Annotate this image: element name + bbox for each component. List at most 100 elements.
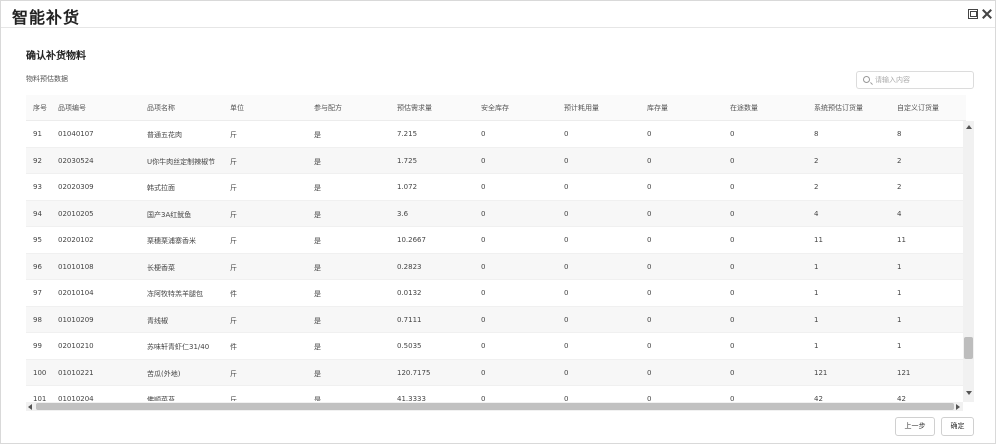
horizontal-scrollbar[interactable]: [26, 402, 963, 411]
confirm-button[interactable]: 确定: [941, 417, 974, 436]
header-col-unit: 单位: [230, 104, 244, 112]
cell-col-est-demand: 10.2667: [397, 236, 426, 244]
cell-col-sys-order: 1: [814, 342, 819, 350]
cell-col-item-name: 佛顺菜苔: [147, 396, 175, 401]
table-row[interactable]: 101 01010204 佛顺菜苔 斤 是 41.3333 0 0 0 0 42 42: [26, 386, 966, 401]
header-col-item-code: 品项编号: [58, 104, 86, 112]
table-row[interactable]: 100 01010221 苦瓜(外地) 斤 是 120.7175 0 0 0 0 121 121: [26, 359, 966, 386]
cell-col-est-demand: 3.6: [397, 209, 409, 218]
search-box[interactable]: [856, 71, 974, 89]
cell-col-sys-order: 2: [814, 183, 819, 191]
cell-col-custom-order: 1: [897, 342, 902, 350]
cell-col-in-transit: 0: [730, 209, 735, 218]
table-row[interactable]: 95 02020102 栗穗栗浦寨香米 斤 是 10.2667 0 0 0 0 11 11: [26, 227, 966, 254]
cell-col-sys-order: 1: [814, 289, 819, 297]
header-col-safety-stock: 安全库存: [481, 104, 509, 112]
maximize-icon[interactable]: [968, 9, 978, 19]
cell-col-custom-order: 42: [897, 395, 906, 401]
table-row[interactable]: 99 02010210 苏味轩青虾仁31/40 件 是 0.5035 0 0 0 0 1 1: [26, 333, 966, 360]
cell-col-item-name: 国产3A红鱿鱼: [147, 210, 192, 219]
previous-step-button[interactable]: 上一步: [895, 417, 935, 436]
cell-col-index: 98: [33, 315, 42, 324]
cell-col-safety-stock: 0: [481, 209, 486, 218]
cell-col-in-transit: 0: [730, 315, 735, 324]
cell-col-custom-order: 4: [897, 209, 902, 218]
cell-col-item-name: 栗穗栗浦寨香米: [147, 237, 196, 245]
cell-col-index: 99: [33, 342, 42, 350]
table-row[interactable]: 91 01040107 普通五花肉 斤 是 7.215 0 0 0 0 8 8: [26, 121, 966, 148]
cell-col-formula: 是: [314, 290, 321, 298]
cell-col-unit: 斤: [230, 210, 237, 219]
cell-col-item-name: U你牛肉丝定制辣椒节: [147, 157, 216, 166]
scroll-left-icon[interactable]: [28, 404, 32, 410]
cell-col-custom-order: 1: [897, 315, 902, 324]
cell-col-unit: 斤: [230, 157, 237, 166]
cell-col-item-code: 02020309: [58, 183, 94, 191]
cell-col-in-transit: 0: [730, 236, 735, 244]
cell-col-est-demand: 1.072: [397, 183, 418, 191]
search-input[interactable]: [875, 74, 970, 86]
vertical-scroll-thumb[interactable]: [964, 337, 973, 359]
cell-col-est-demand: 41.3333: [397, 395, 426, 401]
header-col-index: 序号: [33, 104, 47, 112]
table-body: 91 01040107 普通五花肉斤是 7.215 0 0 0 0 8 8 92 02030524 U你…: [26, 121, 966, 401]
cell-col-est-usage: 0: [564, 236, 569, 244]
cell-col-sys-order: 42: [814, 395, 823, 401]
table-row[interactable]: 98 01010209 青线椒 斤 是 0.7111 0 0 0 0 1 1: [26, 306, 966, 333]
horizontal-scroll-thumb[interactable]: [36, 403, 954, 410]
cell-col-safety-stock: 0: [481, 395, 486, 401]
cell-col-est-demand: 0.5035: [397, 342, 422, 350]
cell-col-safety-stock: 0: [481, 289, 486, 297]
cell-col-est-usage: 0: [564, 130, 569, 138]
table-row[interactable]: 96 01010108 长梗香菜 斤 是 0.2823 0 0 0 0 1 1: [26, 253, 966, 280]
cell-col-stock: 0: [647, 236, 652, 244]
scroll-down-icon[interactable]: [966, 391, 972, 395]
cell-col-stock: 0: [647, 315, 652, 324]
cell-col-formula: 是: [314, 369, 321, 378]
cell-col-item-code: 02010104: [58, 289, 94, 297]
vertical-scrollbar[interactable]: [963, 121, 974, 402]
table-header: 序号 品项编号 品项名称 单位 参与配方 预估需求量 安全库存 预计耗用量 库存量 在途数量 系统预…: [26, 95, 966, 121]
cell-col-stock: 0: [647, 368, 652, 377]
table-row[interactable]: 94 02010205 国产3A红鱿鱼 斤 是 3.6 0 0 0 0 4 4: [26, 200, 966, 227]
table-row[interactable]: 97 02010104 冻阿牧特羔羊腿包 件 是 0.0132 0 0 0 0 1 1: [26, 280, 966, 307]
cell-col-est-usage: 0: [564, 289, 569, 297]
table-row[interactable]: 93 02020309 韩式拉面 斤 是 1.072 0 0 0 0 2 2: [26, 174, 966, 201]
cell-col-custom-order: 8: [897, 130, 902, 138]
cell-col-in-transit: 0: [730, 183, 735, 191]
cell-col-unit: 斤: [230, 316, 237, 325]
cell-col-sys-order: 2: [814, 156, 819, 165]
header-col-est-demand: 预估需求量: [397, 104, 432, 112]
cell-col-sys-order: 4: [814, 209, 819, 218]
cell-col-unit: 斤: [230, 396, 237, 401]
cell-col-unit: 斤: [230, 184, 237, 192]
cell-col-stock: 0: [647, 209, 652, 218]
cell-col-safety-stock: 0: [481, 236, 486, 244]
cell-col-est-usage: 0: [564, 368, 569, 377]
cell-col-unit: 件: [230, 343, 237, 351]
cell-col-index: 92: [33, 156, 42, 165]
scroll-up-icon[interactable]: [966, 125, 972, 129]
cell-col-in-transit: 0: [730, 156, 735, 165]
material-table: 序号 品项编号 品项名称 单位 参与配方 预估需求量 安全库存 预计耗用量 库存量 在途数量 系统预…: [26, 95, 975, 411]
scroll-right-icon[interactable]: [956, 404, 960, 410]
header-col-est-usage: 预计耗用量: [564, 104, 599, 112]
cell-col-in-transit: 0: [730, 342, 735, 350]
table-row[interactable]: 92 02030524 U你牛肉丝定制辣椒节 斤 是 1.725 0 0 0 0 2 2: [26, 147, 966, 174]
cell-col-formula: 是: [314, 263, 321, 272]
cell-col-est-demand: 7.215: [397, 130, 418, 138]
cell-col-sys-order: 121: [814, 368, 828, 377]
cell-col-formula: 是: [314, 316, 321, 325]
cell-col-index: 91: [33, 130, 42, 138]
cell-col-in-transit: 0: [730, 368, 735, 377]
window-title: 智能补货: [12, 8, 81, 27]
cell-col-item-code: 01010221: [58, 368, 94, 377]
cell-col-in-transit: 0: [730, 130, 735, 138]
cell-col-formula: 是: [314, 184, 321, 192]
close-icon[interactable]: [982, 9, 992, 19]
cell-col-item-code: 01040107: [58, 130, 94, 138]
cell-col-index: 100: [33, 368, 47, 377]
cell-col-formula: 是: [314, 157, 321, 166]
cell-col-est-usage: 0: [564, 183, 569, 191]
cell-col-stock: 0: [647, 183, 652, 191]
